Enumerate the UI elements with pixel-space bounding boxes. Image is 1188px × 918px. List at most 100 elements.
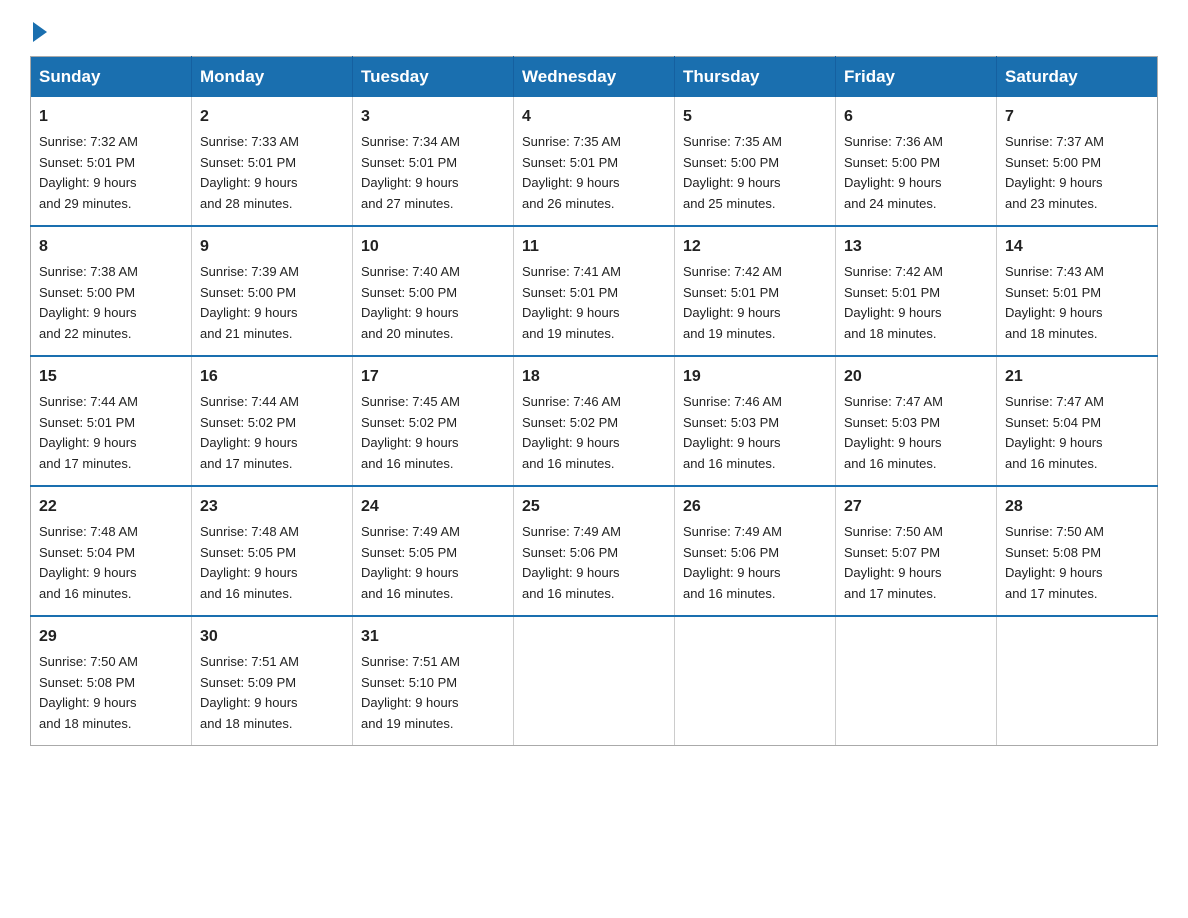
day-number: 13 (844, 235, 988, 260)
header-saturday: Saturday (997, 57, 1158, 98)
day-number: 26 (683, 495, 827, 520)
day-number: 18 (522, 365, 666, 390)
day-info: Sunrise: 7:44 AMSunset: 5:02 PMDaylight:… (200, 392, 344, 475)
calendar-cell: 26 Sunrise: 7:49 AMSunset: 5:06 PMDaylig… (675, 486, 836, 616)
page-header (30, 20, 1158, 38)
calendar-cell: 21 Sunrise: 7:47 AMSunset: 5:04 PMDaylig… (997, 356, 1158, 486)
day-info: Sunrise: 7:44 AMSunset: 5:01 PMDaylight:… (39, 392, 183, 475)
calendar-cell: 17 Sunrise: 7:45 AMSunset: 5:02 PMDaylig… (353, 356, 514, 486)
day-info: Sunrise: 7:48 AMSunset: 5:04 PMDaylight:… (39, 522, 183, 605)
calendar-cell: 16 Sunrise: 7:44 AMSunset: 5:02 PMDaylig… (192, 356, 353, 486)
calendar-cell: 23 Sunrise: 7:48 AMSunset: 5:05 PMDaylig… (192, 486, 353, 616)
calendar-cell (514, 616, 675, 745)
calendar-cell: 20 Sunrise: 7:47 AMSunset: 5:03 PMDaylig… (836, 356, 997, 486)
day-info: Sunrise: 7:43 AMSunset: 5:01 PMDaylight:… (1005, 262, 1149, 345)
calendar-cell: 31 Sunrise: 7:51 AMSunset: 5:10 PMDaylig… (353, 616, 514, 745)
calendar-cell: 18 Sunrise: 7:46 AMSunset: 5:02 PMDaylig… (514, 356, 675, 486)
calendar-cell: 25 Sunrise: 7:49 AMSunset: 5:06 PMDaylig… (514, 486, 675, 616)
calendar-cell: 3 Sunrise: 7:34 AMSunset: 5:01 PMDayligh… (353, 97, 514, 226)
day-number: 19 (683, 365, 827, 390)
header-wednesday: Wednesday (514, 57, 675, 98)
day-number: 8 (39, 235, 183, 260)
header-thursday: Thursday (675, 57, 836, 98)
calendar-cell: 14 Sunrise: 7:43 AMSunset: 5:01 PMDaylig… (997, 226, 1158, 356)
day-number: 29 (39, 625, 183, 650)
day-number: 30 (200, 625, 344, 650)
day-info: Sunrise: 7:40 AMSunset: 5:00 PMDaylight:… (361, 262, 505, 345)
calendar-cell: 11 Sunrise: 7:41 AMSunset: 5:01 PMDaylig… (514, 226, 675, 356)
day-info: Sunrise: 7:51 AMSunset: 5:10 PMDaylight:… (361, 652, 505, 735)
day-info: Sunrise: 7:50 AMSunset: 5:07 PMDaylight:… (844, 522, 988, 605)
day-number: 21 (1005, 365, 1149, 390)
day-number: 3 (361, 105, 505, 130)
day-number: 27 (844, 495, 988, 520)
calendar-cell: 7 Sunrise: 7:37 AMSunset: 5:00 PMDayligh… (997, 97, 1158, 226)
calendar-week-row: 15 Sunrise: 7:44 AMSunset: 5:01 PMDaylig… (31, 356, 1158, 486)
day-info: Sunrise: 7:51 AMSunset: 5:09 PMDaylight:… (200, 652, 344, 735)
calendar-week-row: 29 Sunrise: 7:50 AMSunset: 5:08 PMDaylig… (31, 616, 1158, 745)
day-number: 23 (200, 495, 344, 520)
day-info: Sunrise: 7:50 AMSunset: 5:08 PMDaylight:… (1005, 522, 1149, 605)
day-number: 4 (522, 105, 666, 130)
calendar-cell: 1 Sunrise: 7:32 AMSunset: 5:01 PMDayligh… (31, 97, 192, 226)
day-number: 24 (361, 495, 505, 520)
calendar-cell: 8 Sunrise: 7:38 AMSunset: 5:00 PMDayligh… (31, 226, 192, 356)
calendar-cell: 24 Sunrise: 7:49 AMSunset: 5:05 PMDaylig… (353, 486, 514, 616)
calendar-cell: 9 Sunrise: 7:39 AMSunset: 5:00 PMDayligh… (192, 226, 353, 356)
day-number: 11 (522, 235, 666, 260)
calendar-week-row: 22 Sunrise: 7:48 AMSunset: 5:04 PMDaylig… (31, 486, 1158, 616)
day-number: 31 (361, 625, 505, 650)
day-info: Sunrise: 7:41 AMSunset: 5:01 PMDaylight:… (522, 262, 666, 345)
day-info: Sunrise: 7:39 AMSunset: 5:00 PMDaylight:… (200, 262, 344, 345)
day-info: Sunrise: 7:35 AMSunset: 5:01 PMDaylight:… (522, 132, 666, 215)
calendar-cell: 30 Sunrise: 7:51 AMSunset: 5:09 PMDaylig… (192, 616, 353, 745)
day-number: 25 (522, 495, 666, 520)
day-number: 14 (1005, 235, 1149, 260)
calendar-cell: 19 Sunrise: 7:46 AMSunset: 5:03 PMDaylig… (675, 356, 836, 486)
day-number: 28 (1005, 495, 1149, 520)
day-info: Sunrise: 7:32 AMSunset: 5:01 PMDaylight:… (39, 132, 183, 215)
calendar-cell: 29 Sunrise: 7:50 AMSunset: 5:08 PMDaylig… (31, 616, 192, 745)
day-info: Sunrise: 7:49 AMSunset: 5:06 PMDaylight:… (522, 522, 666, 605)
header-monday: Monday (192, 57, 353, 98)
day-info: Sunrise: 7:47 AMSunset: 5:04 PMDaylight:… (1005, 392, 1149, 475)
calendar-header-row: SundayMondayTuesdayWednesdayThursdayFrid… (31, 57, 1158, 98)
header-tuesday: Tuesday (353, 57, 514, 98)
day-info: Sunrise: 7:42 AMSunset: 5:01 PMDaylight:… (683, 262, 827, 345)
calendar-cell: 4 Sunrise: 7:35 AMSunset: 5:01 PMDayligh… (514, 97, 675, 226)
day-info: Sunrise: 7:38 AMSunset: 5:00 PMDaylight:… (39, 262, 183, 345)
logo-arrow-icon (33, 22, 47, 42)
day-info: Sunrise: 7:48 AMSunset: 5:05 PMDaylight:… (200, 522, 344, 605)
day-number: 6 (844, 105, 988, 130)
day-number: 16 (200, 365, 344, 390)
day-info: Sunrise: 7:37 AMSunset: 5:00 PMDaylight:… (1005, 132, 1149, 215)
calendar-cell (675, 616, 836, 745)
calendar-week-row: 1 Sunrise: 7:32 AMSunset: 5:01 PMDayligh… (31, 97, 1158, 226)
day-info: Sunrise: 7:46 AMSunset: 5:02 PMDaylight:… (522, 392, 666, 475)
calendar-cell: 6 Sunrise: 7:36 AMSunset: 5:00 PMDayligh… (836, 97, 997, 226)
calendar-cell: 28 Sunrise: 7:50 AMSunset: 5:08 PMDaylig… (997, 486, 1158, 616)
calendar-cell: 5 Sunrise: 7:35 AMSunset: 5:00 PMDayligh… (675, 97, 836, 226)
day-number: 22 (39, 495, 183, 520)
day-number: 15 (39, 365, 183, 390)
day-number: 7 (1005, 105, 1149, 130)
day-info: Sunrise: 7:50 AMSunset: 5:08 PMDaylight:… (39, 652, 183, 735)
day-info: Sunrise: 7:34 AMSunset: 5:01 PMDaylight:… (361, 132, 505, 215)
day-info: Sunrise: 7:49 AMSunset: 5:05 PMDaylight:… (361, 522, 505, 605)
calendar-cell: 2 Sunrise: 7:33 AMSunset: 5:01 PMDayligh… (192, 97, 353, 226)
day-info: Sunrise: 7:46 AMSunset: 5:03 PMDaylight:… (683, 392, 827, 475)
day-info: Sunrise: 7:47 AMSunset: 5:03 PMDaylight:… (844, 392, 988, 475)
day-number: 9 (200, 235, 344, 260)
calendar-cell (997, 616, 1158, 745)
day-number: 17 (361, 365, 505, 390)
day-info: Sunrise: 7:33 AMSunset: 5:01 PMDaylight:… (200, 132, 344, 215)
header-sunday: Sunday (31, 57, 192, 98)
calendar-week-row: 8 Sunrise: 7:38 AMSunset: 5:00 PMDayligh… (31, 226, 1158, 356)
calendar-cell: 27 Sunrise: 7:50 AMSunset: 5:07 PMDaylig… (836, 486, 997, 616)
calendar-cell (836, 616, 997, 745)
day-number: 1 (39, 105, 183, 130)
calendar-table: SundayMondayTuesdayWednesdayThursdayFrid… (30, 56, 1158, 746)
day-info: Sunrise: 7:36 AMSunset: 5:00 PMDaylight:… (844, 132, 988, 215)
day-number: 5 (683, 105, 827, 130)
logo (30, 20, 47, 38)
